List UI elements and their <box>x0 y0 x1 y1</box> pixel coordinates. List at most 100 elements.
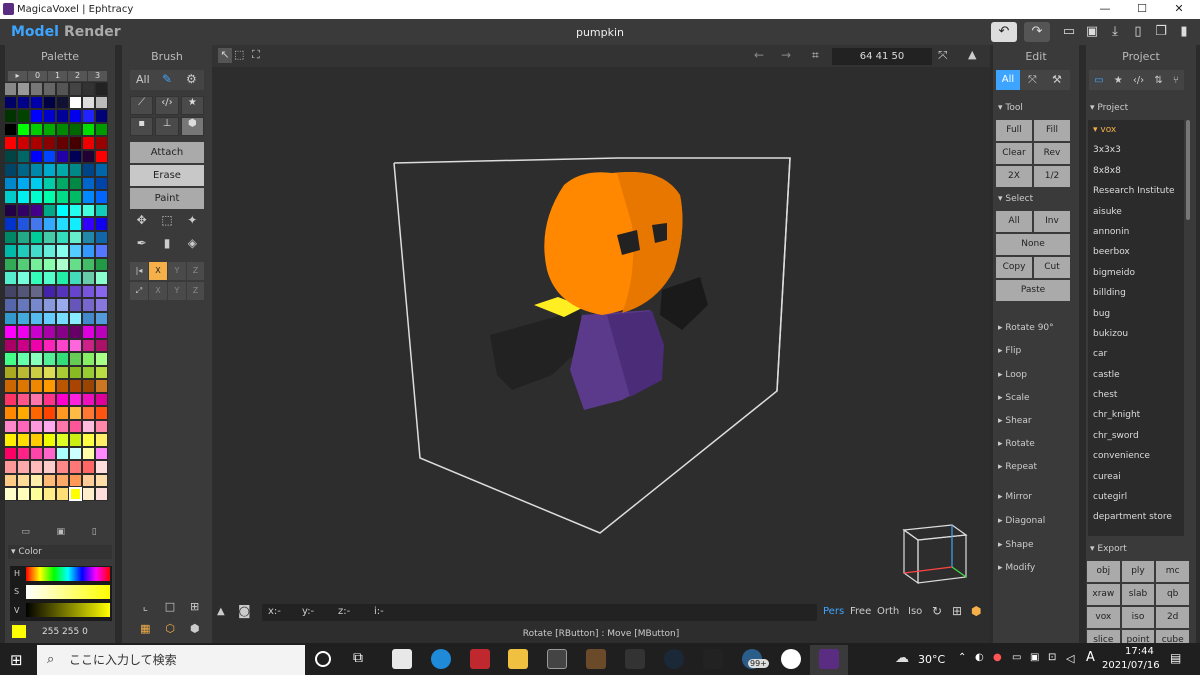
edge-icon[interactable] <box>431 649 451 669</box>
palette-swatch[interactable] <box>56 122 69 136</box>
palette-swatch[interactable] <box>69 311 82 325</box>
cube-outline-icon[interactable]: ⬡ <box>158 622 183 640</box>
full-button[interactable]: Full <box>996 120 1032 141</box>
marquee-expand-icon[interactable]: ⛶ <box>252 48 260 62</box>
minecraft-icon[interactable] <box>586 649 606 669</box>
list-item[interactable]: billding <box>1088 283 1184 303</box>
palette-swatch[interactable] <box>82 433 95 447</box>
list-item[interactable]: chr_sword <box>1088 426 1184 446</box>
tray-chevron-icon[interactable]: ⌃ <box>958 652 966 663</box>
trash-icon[interactable]: ▮ <box>155 236 178 257</box>
palette-swatch[interactable] <box>43 244 56 258</box>
clear-button[interactable]: Clear <box>996 143 1032 164</box>
palette-swatch[interactable] <box>69 365 82 379</box>
project-scrollbar[interactable] <box>1186 120 1190 220</box>
list-item[interactable]: annonin <box>1088 222 1184 242</box>
palette-swatch[interactable] <box>69 446 82 460</box>
palette-swatch[interactable] <box>30 271 43 285</box>
modify-section[interactable]: ▸ Modify <box>998 563 1035 573</box>
weather-temperature[interactable]: 30°C <box>918 653 945 666</box>
palette-swatch[interactable] <box>43 473 56 487</box>
palette-swatch[interactable] <box>56 271 69 285</box>
palette-swatch[interactable] <box>43 136 56 150</box>
palette-swatch[interactable] <box>17 109 30 123</box>
tool-section-header[interactable]: ▾ Tool <box>998 103 1023 113</box>
palette-swatch[interactable] <box>69 379 82 393</box>
notification-center-icon[interactable]: ▤ <box>1170 651 1181 665</box>
list-item[interactable]: department store <box>1088 507 1184 527</box>
palette-swatch[interactable] <box>69 406 82 420</box>
palette-swatch[interactable] <box>82 203 95 217</box>
palette-swatch[interactable] <box>82 365 95 379</box>
loop-section[interactable]: ▸ Loop <box>998 370 1027 380</box>
palette-swatch[interactable] <box>82 82 95 96</box>
cortana-icon[interactable] <box>315 651 331 667</box>
square-icon[interactable]: □ <box>158 600 183 618</box>
palette-swatch[interactable] <box>82 379 95 393</box>
palette-swatch[interactable] <box>95 406 108 420</box>
palette-swatch[interactable] <box>95 338 108 352</box>
list-item[interactable]: car <box>1088 344 1184 364</box>
box-brush-icon[interactable]: ⬢ <box>180 117 204 136</box>
palette-swatch[interactable] <box>95 379 108 393</box>
palette-swatch[interactable] <box>69 217 82 231</box>
palette-swatch[interactable] <box>43 446 56 460</box>
rev-button[interactable]: Rev <box>1034 143 1070 164</box>
tab-render[interactable]: Render <box>64 24 121 40</box>
palette-swatch[interactable] <box>4 446 17 460</box>
list-item[interactable]: aisuke <box>1088 202 1184 222</box>
palette-swatch[interactable] <box>95 325 108 339</box>
app-circle-icon[interactable] <box>781 649 801 669</box>
palette-swatch[interactable] <box>30 109 43 123</box>
palette-grid[interactable] <box>4 82 108 501</box>
palette-swatch[interactable] <box>30 298 43 312</box>
palette-swatch[interactable] <box>17 284 30 298</box>
palette-swatch[interactable] <box>4 487 17 501</box>
palette-swatch[interactable] <box>56 352 69 366</box>
palette-swatch[interactable] <box>95 298 108 312</box>
clock-date[interactable]: 2021/07/16 <box>1102 660 1160 671</box>
palette-swatch[interactable] <box>4 298 17 312</box>
list-item[interactable]: bukizou <box>1088 324 1184 344</box>
palette-swatch[interactable] <box>82 136 95 150</box>
code-brush-icon[interactable]: ‹/› <box>155 96 179 115</box>
palette-swatch[interactable] <box>17 271 30 285</box>
palette-swatch[interactable] <box>95 176 108 190</box>
palette-swatch[interactable] <box>56 419 69 433</box>
palette-swatch[interactable] <box>56 230 69 244</box>
rotate-section[interactable]: ▸ Rotate <box>998 439 1035 449</box>
flip-section[interactable]: ▸ Flip <box>998 346 1021 356</box>
palette-swatch[interactable] <box>69 473 82 487</box>
bucket-icon[interactable]: ◈ <box>181 236 204 257</box>
palette-swatch[interactable] <box>43 325 56 339</box>
palette-swatch[interactable] <box>4 379 17 393</box>
palette-swatch[interactable] <box>17 176 30 190</box>
fit-view-icon[interactable]: ⤧ <box>938 48 948 63</box>
palette-swatch[interactable] <box>56 95 69 109</box>
palette-swatch[interactable] <box>56 392 69 406</box>
palette-swatch[interactable] <box>4 365 17 379</box>
model-size-field[interactable]: 64 41 50 <box>832 48 932 65</box>
list-item[interactable]: 3x3x3 <box>1088 140 1184 160</box>
palette-swatch[interactable] <box>69 487 82 501</box>
camera-orth[interactable]: Orth <box>877 606 899 617</box>
palette-swatch[interactable] <box>82 473 95 487</box>
palette-swatch[interactable] <box>56 136 69 150</box>
palette-swatch[interactable] <box>95 190 108 204</box>
erase-button[interactable]: Erase <box>130 165 204 186</box>
mirror-icon[interactable]: |◂ <box>130 262 148 280</box>
palette-swatch[interactable] <box>17 203 30 217</box>
export-ply-button[interactable]: ply <box>1121 561 1155 582</box>
palette-swatch[interactable] <box>69 257 82 271</box>
palette-swatch[interactable] <box>30 325 43 339</box>
palette-tab[interactable]: 2 <box>68 71 87 81</box>
palette-swatch[interactable] <box>56 190 69 204</box>
palette-swatch[interactable] <box>69 338 82 352</box>
magicavoxel-taskbar-item[interactable] <box>810 645 848 675</box>
arrow-left-icon[interactable]: ← <box>754 48 764 62</box>
palette-swatch[interactable] <box>95 203 108 217</box>
palette-swatch[interactable] <box>56 298 69 312</box>
palette-swatch[interactable] <box>43 163 56 177</box>
palette-swatch[interactable] <box>82 352 95 366</box>
palette-swatch[interactable] <box>43 217 56 231</box>
